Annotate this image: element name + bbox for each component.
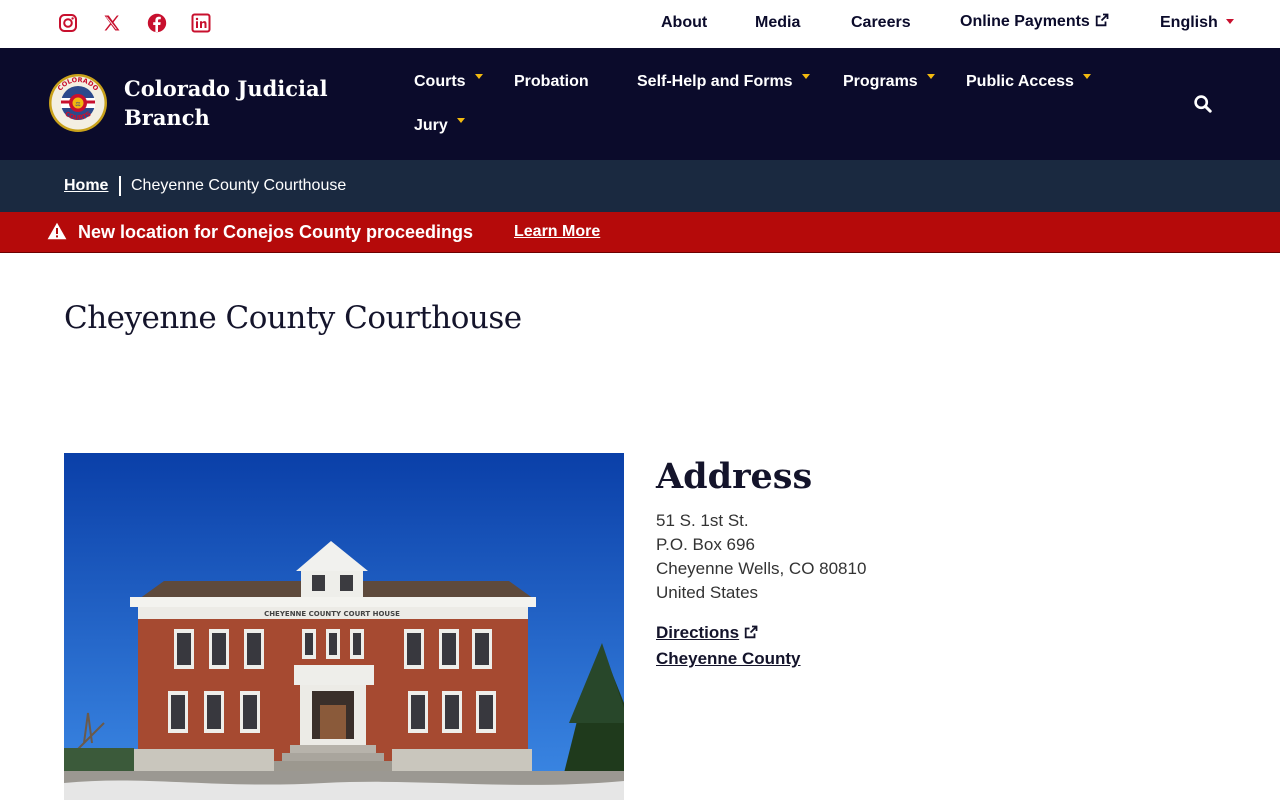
breadcrumb: Home Cheyenne County Courthouse	[0, 160, 1280, 212]
instagram-icon[interactable]	[58, 13, 78, 33]
directions-link[interactable]: Directions	[656, 623, 758, 643]
chevron-down-icon	[456, 118, 465, 123]
cheyenne-county-link[interactable]: Cheyenne County	[656, 649, 801, 669]
nav-programs[interactable]: Programs	[843, 73, 935, 91]
directions-label: Directions	[656, 623, 740, 642]
nav-self-help-label: Self-Help and Forms	[637, 73, 793, 90]
language-label: English	[1160, 14, 1218, 31]
online-payments-label: Online Payments	[960, 13, 1090, 30]
external-link-icon	[1095, 13, 1109, 27]
breadcrumb-divider	[119, 176, 121, 196]
linkedin-icon[interactable]	[191, 13, 211, 33]
courthouse-photo: CHEYENNE COUNTY COURT HOUSE	[64, 453, 624, 800]
court-seal-logo[interactable]: ⚖ COLORADO COURTS	[48, 73, 108, 133]
nav-public-access-label: Public Access	[966, 73, 1074, 90]
address-po-box: P.O. Box 696	[656, 535, 755, 554]
facebook-icon[interactable]	[147, 13, 167, 33]
chevron-down-icon	[801, 74, 810, 79]
chevron-down-icon	[1225, 19, 1234, 24]
alert-banner: New location for Conejos County proceedi…	[0, 212, 1280, 253]
search-icon[interactable]	[1193, 94, 1213, 114]
media-link[interactable]: Media	[755, 14, 800, 32]
address-heading: Address	[656, 456, 813, 497]
svg-text:⚖: ⚖	[75, 101, 80, 108]
breadcrumb-home-link[interactable]: Home	[64, 177, 108, 195]
utility-bar: About Media Careers Online Payments Engl…	[0, 0, 1280, 48]
chevron-down-icon	[474, 74, 483, 79]
address-country: United States	[656, 583, 759, 602]
language-select[interactable]: English	[1160, 14, 1234, 32]
nav-jury-label: Jury	[414, 117, 448, 134]
page-title: Cheyenne County Courthouse	[64, 300, 522, 336]
nav-probation[interactable]: Probation	[514, 73, 589, 91]
nav-courts[interactable]: Courts	[414, 73, 483, 91]
x-twitter-icon[interactable]	[102, 13, 122, 33]
site-name[interactable]: Colorado Judicial Branch	[124, 74, 344, 132]
nav-programs-label: Programs	[843, 73, 918, 90]
photo-sign-text: CHEYENNE COUNTY COURT HOUSE	[264, 610, 400, 618]
external-link-icon	[744, 625, 758, 639]
breadcrumb-current: Cheyenne County Courthouse	[131, 177, 347, 194]
address-street: 51 S. 1st St.	[656, 511, 749, 530]
careers-link[interactable]: Careers	[851, 14, 911, 32]
nav-probation-label: Probation	[514, 73, 589, 90]
address-city: Cheyenne Wells, CO 80810	[656, 559, 867, 578]
online-payments-link[interactable]: Online Payments	[960, 13, 1109, 31]
chevron-down-icon	[1082, 74, 1091, 79]
main-header: ⚖ COLORADO COURTS Colorado Judicial Bran…	[0, 48, 1280, 160]
nav-jury[interactable]: Jury	[414, 117, 465, 135]
alert-text: New location for Conejos County proceedi…	[78, 222, 474, 242]
nav-public-access[interactable]: Public Access	[966, 73, 1091, 91]
learn-more-link[interactable]: Learn More	[514, 223, 600, 241]
warning-icon	[47, 222, 67, 240]
chevron-down-icon	[926, 74, 935, 79]
nav-courts-label: Courts	[414, 73, 466, 90]
nav-self-help-forms[interactable]: Self-Help and Forms	[637, 73, 810, 91]
about-link[interactable]: About	[661, 14, 707, 32]
